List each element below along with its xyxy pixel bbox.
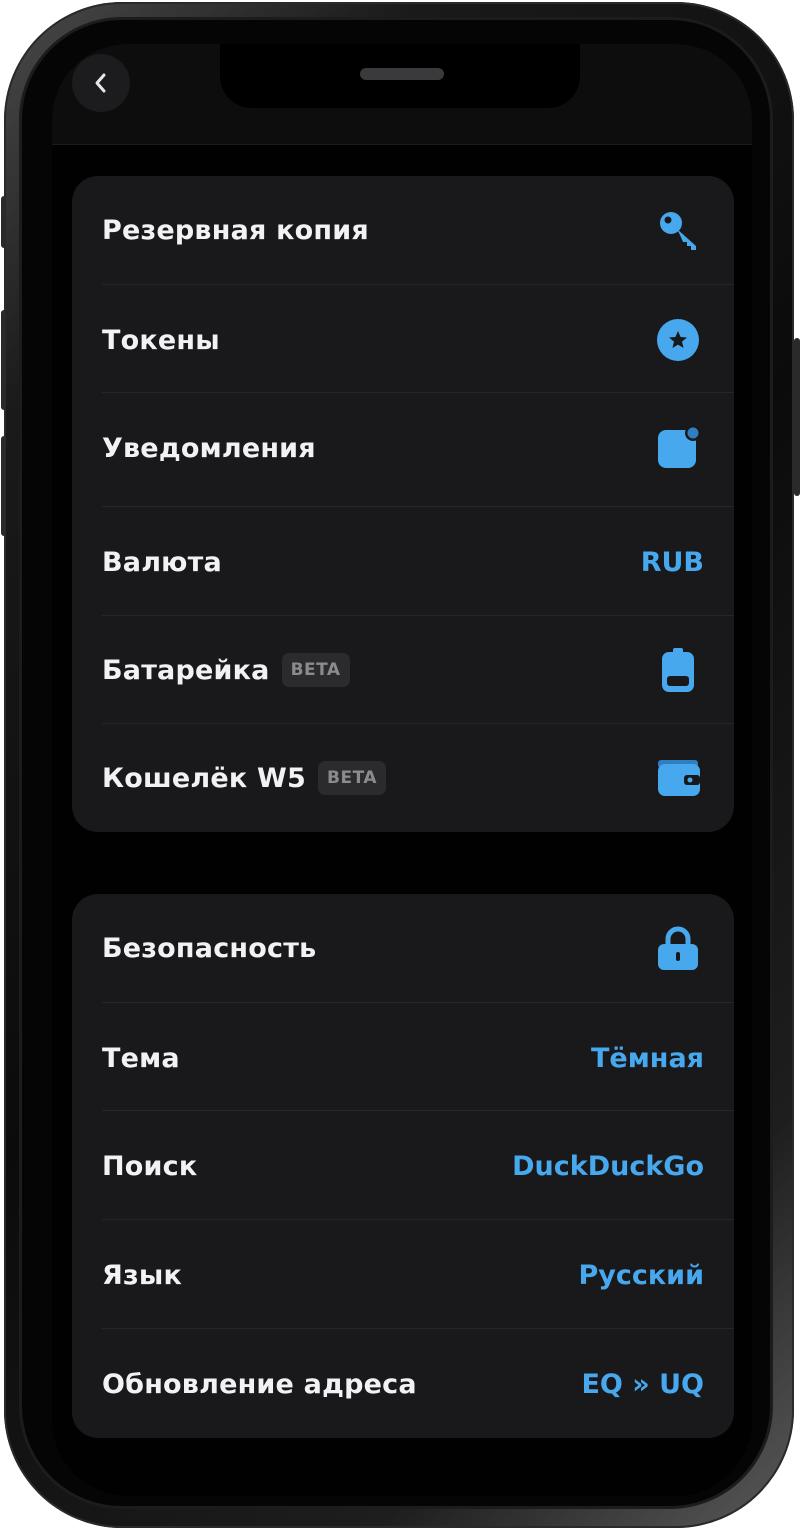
row-currency[interactable]: Валюта RUB	[72, 508, 734, 616]
divider	[102, 1110, 734, 1111]
theme-value: Тёмная	[590, 1042, 704, 1074]
divider	[102, 1219, 734, 1220]
divider	[102, 506, 734, 507]
beta-badge: BETA	[281, 653, 350, 687]
address-format-value: EQ » UQ	[581, 1368, 704, 1400]
row-label: Обновление адреса	[102, 1368, 417, 1400]
phone-mockup: Резервная копия Токены Уведомления Валют…	[0, 0, 800, 1531]
divider	[102, 284, 734, 285]
row-address-update[interactable]: Обновление адреса EQ » UQ	[72, 1330, 734, 1438]
speaker	[360, 68, 444, 80]
settings-card-general: Резервная копия Токены Уведомления Валют…	[72, 176, 734, 832]
row-search[interactable]: Поиск DuckDuckGo	[72, 1112, 734, 1220]
divider	[102, 1328, 734, 1329]
divider	[102, 392, 734, 393]
row-backup[interactable]: Резервная копия	[72, 176, 734, 284]
lock-icon	[658, 926, 698, 970]
notification-icon	[658, 426, 700, 468]
row-theme[interactable]: Тема Тёмная	[72, 1004, 734, 1112]
row-label: Язык	[102, 1259, 183, 1291]
row-label: Тема	[102, 1042, 180, 1074]
screen: Резервная копия Токены Уведомления Валют…	[52, 44, 752, 1496]
row-notifications[interactable]: Уведомления	[72, 394, 734, 502]
battery-icon	[662, 648, 694, 692]
power-button	[794, 338, 800, 496]
divider	[102, 1002, 734, 1003]
row-label: Безопасность	[102, 932, 317, 964]
row-label: Валюта	[102, 546, 222, 578]
beta-badge: BETA	[318, 761, 387, 795]
search-engine-value: DuckDuckGo	[512, 1150, 704, 1182]
row-label: Уведомления	[102, 432, 316, 464]
wallet-icon	[658, 760, 700, 796]
settings-card-preferences: Безопасность Тема Тёмная Поиск DuckDuckG…	[72, 894, 734, 1438]
key-icon	[660, 212, 696, 250]
row-battery[interactable]: Батарейка BETA	[72, 616, 734, 724]
row-label: Резервная копия	[102, 214, 369, 246]
row-language[interactable]: Язык Русский	[72, 1221, 734, 1329]
row-wallet-w5[interactable]: Кошелёк W5 BETA	[72, 724, 734, 832]
row-label: Поиск	[102, 1150, 198, 1182]
row-security[interactable]: Безопасность	[72, 894, 734, 1002]
back-button[interactable]	[72, 54, 130, 112]
row-tokens[interactable]: Токены	[72, 286, 734, 394]
row-label: Батарейка	[102, 654, 270, 686]
currency-value: RUB	[640, 546, 704, 578]
row-label: Кошелёк W5	[102, 762, 306, 794]
chevron-left-icon	[95, 73, 106, 93]
row-label: Токены	[102, 324, 220, 356]
star-circle-icon	[657, 319, 699, 361]
language-value: Русский	[578, 1259, 704, 1291]
